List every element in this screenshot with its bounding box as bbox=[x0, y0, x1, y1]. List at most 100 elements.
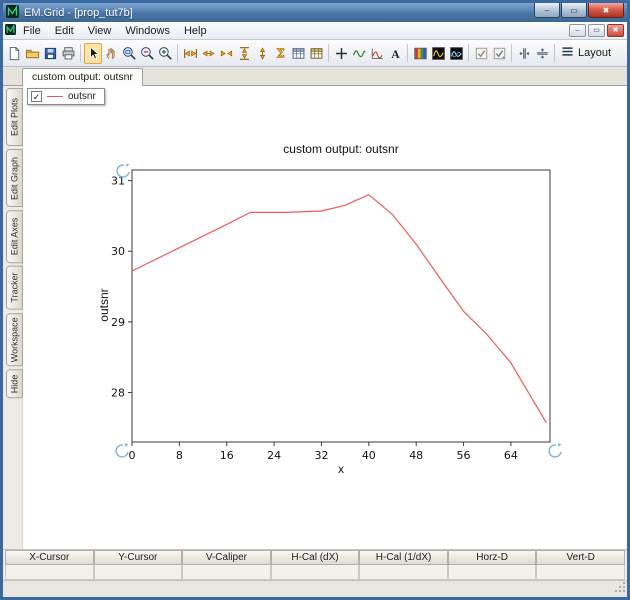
resize-grip[interactable] bbox=[614, 581, 626, 596]
waveform-dark-2-button[interactable] bbox=[447, 43, 465, 64]
colormap-button[interactable] bbox=[411, 43, 429, 64]
data-table-2-button[interactable] bbox=[307, 43, 325, 64]
document-icon bbox=[5, 23, 16, 38]
side-tab-rail: Edit Plots Edit Graph Edit Axes Tracker Work… bbox=[3, 86, 23, 549]
pan-button[interactable] bbox=[102, 43, 120, 64]
side-tab-edit-plots[interactable]: Edit Plots bbox=[6, 88, 23, 146]
split-vertical-button[interactable] bbox=[533, 43, 551, 64]
child-restore-button[interactable]: ▭ bbox=[588, 24, 605, 37]
plot-area: custom output: outsnr outsnr 0 8 16 24 32 40 4… bbox=[90, 142, 580, 502]
app-icon bbox=[6, 4, 19, 21]
new-button[interactable] bbox=[5, 43, 23, 64]
menu-view[interactable]: View bbox=[81, 24, 119, 38]
restore-button[interactable]: ▭ bbox=[561, 3, 587, 18]
menu-file[interactable]: File bbox=[16, 24, 48, 38]
layout-icon bbox=[560, 44, 575, 62]
menubar: File Edit View Windows Help – ▭ ✖ bbox=[3, 22, 627, 40]
trace-button[interactable] bbox=[350, 43, 368, 64]
plot-curve-button[interactable] bbox=[368, 43, 386, 64]
zoom-out-button[interactable] bbox=[138, 43, 156, 64]
svg-text:32: 32 bbox=[314, 449, 328, 462]
tabstrip: custom output: outsnr bbox=[3, 67, 627, 86]
select-button[interactable] bbox=[84, 42, 102, 64]
open-button[interactable] bbox=[23, 43, 41, 64]
side-tab-workspace[interactable]: Workspace bbox=[6, 312, 23, 366]
readout-header-horz-d: Horz-D bbox=[447, 550, 537, 565]
readout-value-3 bbox=[270, 565, 360, 580]
svg-text:28: 28 bbox=[111, 387, 125, 400]
main-area: Edit Plots Edit Graph Edit Axes Tracker Work… bbox=[3, 86, 627, 549]
readout-header-h-cal-1-dx: H-Cal (1/dX) bbox=[359, 550, 448, 565]
shrink-horizontal-button[interactable] bbox=[217, 43, 235, 64]
svg-text:24: 24 bbox=[267, 449, 281, 462]
toolbar-separator bbox=[80, 44, 81, 62]
toolbar-separator bbox=[468, 44, 469, 62]
svg-text:29: 29 bbox=[111, 316, 125, 329]
plot-legend[interactable]: ✓ outsnr bbox=[27, 88, 105, 105]
readout-header-h-cal-dx: H-Cal (dX) bbox=[270, 550, 360, 565]
app-window: EM.Grid - [prop_tut7b] – ▭ ✖ File Edit Vie… bbox=[0, 0, 630, 600]
svg-text:A: A bbox=[391, 47, 400, 60]
minimize-button[interactable]: – bbox=[534, 3, 560, 18]
option-toggle-2-button[interactable] bbox=[490, 43, 508, 64]
readout-value-6 bbox=[536, 565, 625, 580]
zoom-window-button[interactable] bbox=[120, 43, 138, 64]
menu-windows[interactable]: Windows bbox=[118, 24, 177, 38]
toolbar-buttons: ΣA bbox=[5, 42, 558, 64]
child-close-button[interactable]: ✖ bbox=[607, 24, 624, 37]
layout-label: Layout bbox=[578, 47, 612, 59]
zoom-in-button[interactable] bbox=[156, 43, 174, 64]
save-button[interactable] bbox=[41, 43, 59, 64]
side-tab-edit-axes[interactable]: Edit Axes bbox=[6, 210, 23, 264]
toolbar-separator bbox=[328, 44, 329, 62]
waveform-dark-button[interactable] bbox=[429, 43, 447, 64]
window-title: EM.Grid - [prop_tut7b] bbox=[24, 6, 133, 19]
tab-custom-output[interactable]: custom output: outsnr bbox=[22, 68, 143, 86]
readout-value-4 bbox=[359, 565, 448, 580]
window-controls: – ▭ ✖ bbox=[534, 3, 624, 18]
sum-button[interactable]: Σ bbox=[271, 43, 289, 64]
svg-text:Σ: Σ bbox=[276, 46, 285, 60]
split-horizontal-button[interactable] bbox=[515, 43, 533, 64]
svg-text:64: 64 bbox=[504, 449, 518, 462]
toolbar-separator bbox=[177, 44, 178, 62]
option-toggle-button[interactable] bbox=[472, 43, 490, 64]
print-button[interactable] bbox=[59, 43, 77, 64]
side-tab-tracker[interactable]: Tracker bbox=[6, 266, 23, 310]
text-annotation-button[interactable]: A bbox=[386, 43, 404, 64]
fit-vertical-button[interactable] bbox=[235, 43, 253, 64]
side-tab-hide[interactable]: Hide bbox=[6, 368, 23, 399]
svg-text:56: 56 bbox=[457, 449, 471, 462]
layout-control[interactable]: Layout bbox=[560, 44, 611, 62]
titlebar[interactable]: EM.Grid - [prop_tut7b] – ▭ ✖ bbox=[3, 3, 627, 22]
cursor-readout-table: X-Cursor Y-Cursor V-Caliper H-Cal (dX) H-Cal… bbox=[3, 549, 627, 580]
toolbar-separator bbox=[407, 44, 408, 62]
data-table-button[interactable] bbox=[289, 43, 307, 64]
chart-title: custom output: outsnr bbox=[283, 142, 399, 156]
legend-checkbox[interactable]: ✓ bbox=[31, 91, 42, 102]
readout-value-0 bbox=[5, 565, 94, 580]
readout-value-1 bbox=[93, 565, 183, 580]
legend-line-sample bbox=[47, 96, 63, 97]
expand-horizontal-button[interactable] bbox=[199, 43, 217, 64]
readout-header-y-cursor: Y-Cursor bbox=[93, 550, 183, 565]
figure-area: ✓ outsnr custom output: outsnr outsnr 0 8… bbox=[23, 86, 627, 549]
svg-text:16: 16 bbox=[220, 449, 234, 462]
crosshair-button[interactable] bbox=[332, 43, 350, 64]
side-tab-edit-graph[interactable]: Edit Graph bbox=[6, 149, 23, 207]
child-minimize-button[interactable]: – bbox=[569, 24, 586, 37]
menu-help[interactable]: Help bbox=[177, 24, 214, 38]
menu-items: File Edit View Windows Help bbox=[16, 24, 214, 38]
readout-header-v-caliper: V-Caliper bbox=[182, 550, 271, 565]
svg-text:0: 0 bbox=[129, 449, 136, 462]
child-window-controls: – ▭ ✖ bbox=[569, 24, 625, 37]
svg-text:48: 48 bbox=[409, 449, 423, 462]
readout-value-2 bbox=[182, 565, 271, 580]
toolbar-separator bbox=[554, 44, 555, 62]
readout-value-5 bbox=[447, 565, 537, 580]
plot-canvas[interactable]: 0 8 16 24 32 40 48 56 6428293031 bbox=[90, 164, 570, 484]
close-button[interactable]: ✖ bbox=[588, 3, 624, 18]
expand-vertical-button[interactable] bbox=[253, 43, 271, 64]
fit-horizontal-button[interactable] bbox=[181, 43, 199, 64]
menu-edit[interactable]: Edit bbox=[48, 24, 81, 38]
